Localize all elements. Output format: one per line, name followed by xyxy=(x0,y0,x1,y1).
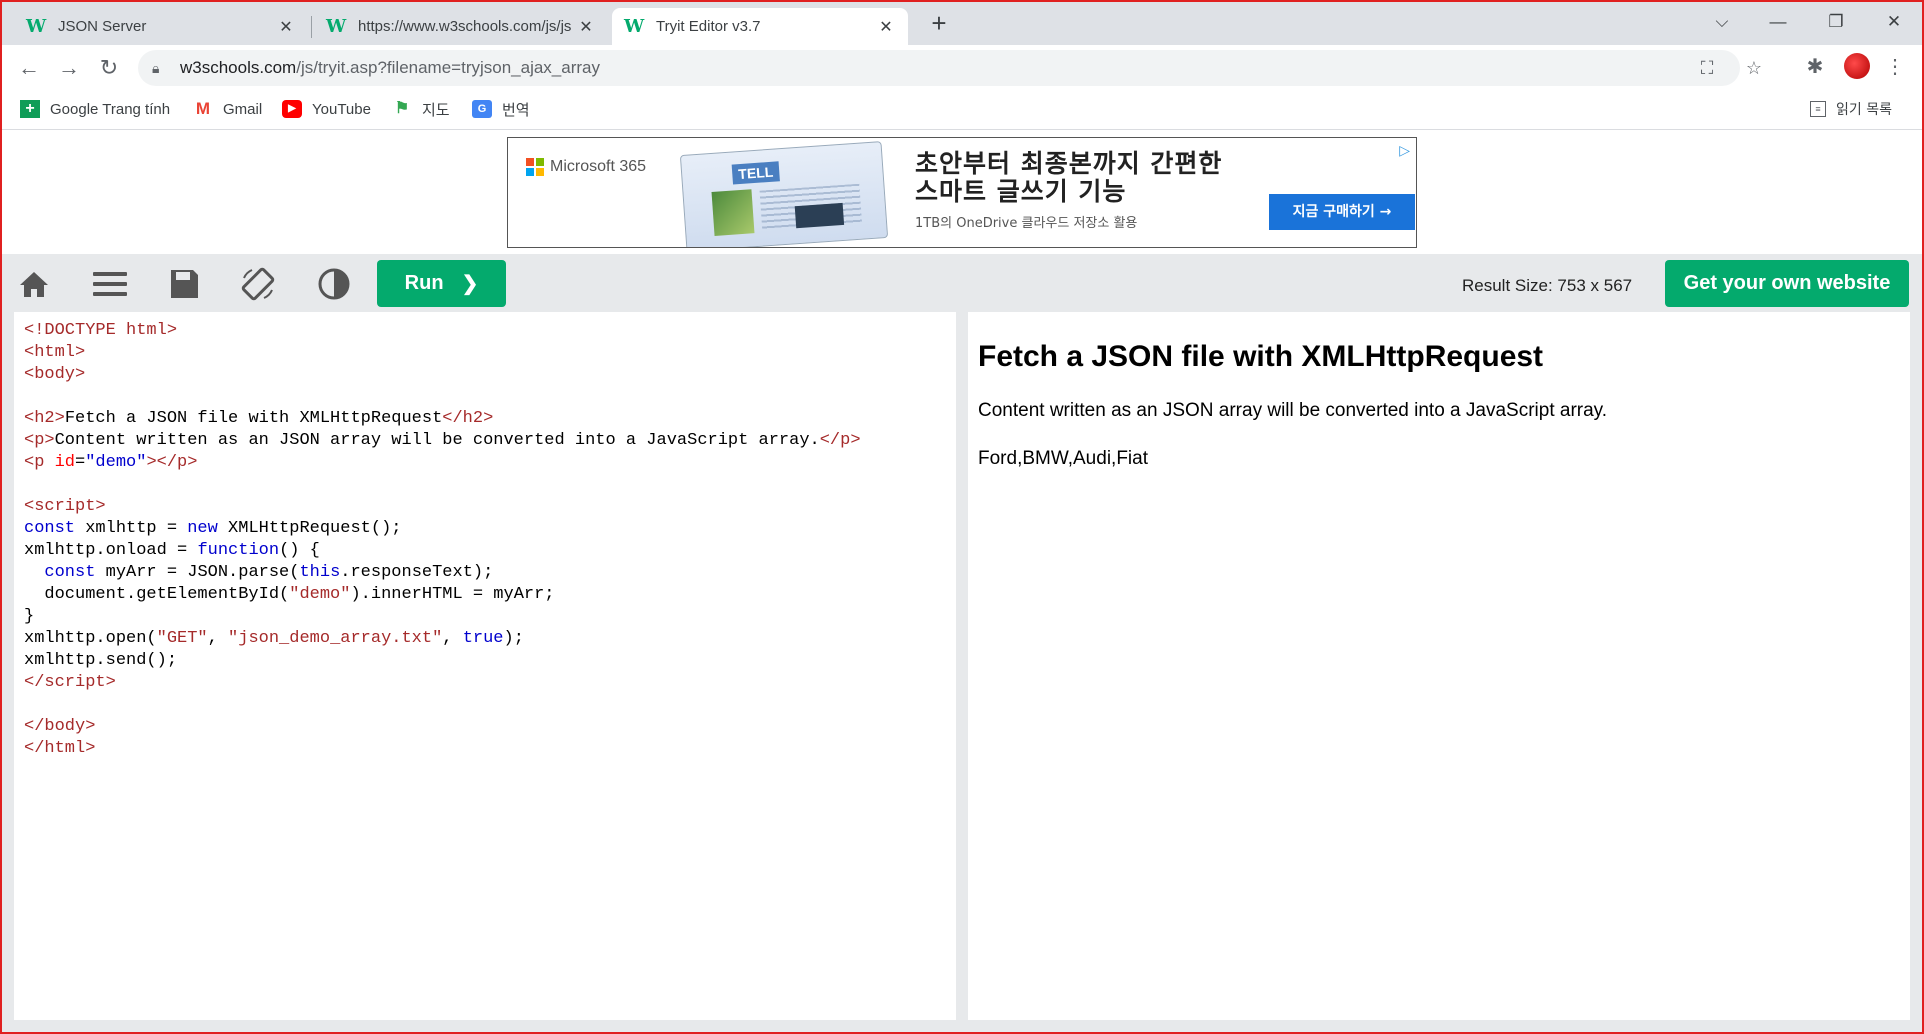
new-tab-button[interactable]: + xyxy=(922,6,956,40)
ad-brand: Microsoft 365 xyxy=(550,158,647,175)
w3schools-favicon-icon: W xyxy=(624,16,645,37)
tab-json-server[interactable]: W JSON Server ✕ xyxy=(14,8,308,45)
tab-separator xyxy=(311,16,312,38)
bookmark-star-icon[interactable]: ☆ xyxy=(1739,50,1769,86)
rotate-orientation-icon[interactable] xyxy=(240,266,276,302)
url-text[interactable]: w3schools.com/js/tryit.asp?filename=tryj… xyxy=(180,58,600,78)
sheets-icon: + xyxy=(20,100,40,118)
back-arrow-icon[interactable]: ← xyxy=(14,53,44,83)
translate-page-icon-overlay xyxy=(1694,50,1724,86)
tab-tryit-editor[interactable]: W Tryit Editor v3.7 ✕ xyxy=(612,8,908,45)
ad-doc-photo xyxy=(711,189,755,236)
bookmark-label: YouTube xyxy=(312,100,371,118)
ad-headline-line-2: 스마트 글쓰기 기능 xyxy=(915,177,1127,206)
bookmarks-bar: + Google Trang tính M Gmail ▶ YouTube ⚑ … xyxy=(0,90,1924,130)
ad-doc-label: TELL xyxy=(731,161,780,185)
get-your-own-website-button[interactable]: Get your own website xyxy=(1665,260,1909,307)
theme-contrast-icon[interactable] xyxy=(316,266,352,302)
close-tab-icon[interactable]: ✕ xyxy=(276,17,296,37)
lock-icon[interactable]: 🔒︎ xyxy=(152,60,166,77)
bookmark-gmail[interactable]: M Gmail xyxy=(193,96,262,122)
url-host: w3schools.com xyxy=(180,58,297,77)
code-editor[interactable]: <!DOCTYPE html> <html> <body> <h2>Fetch … xyxy=(14,312,956,1020)
microsoft-logo-icon xyxy=(526,158,544,176)
w3schools-favicon-icon: W xyxy=(26,16,47,37)
home-icon[interactable] xyxy=(16,266,52,302)
menu-icon[interactable] xyxy=(91,266,127,302)
ad-choices-icon[interactable]: ▷ xyxy=(1399,142,1410,159)
profile-avatar[interactable] xyxy=(1844,53,1870,79)
bookmark-label: Google Trang tính xyxy=(50,100,171,118)
url-path: /js/tryit.asp?filename=tryjson_ajax_arra… xyxy=(296,58,600,77)
reading-list-icon: ≡ xyxy=(1810,101,1826,117)
translate-icon: G xyxy=(472,100,492,118)
chevron-right-icon: ❯ xyxy=(461,273,479,295)
ad-subline: 1TB의 OneDrive 클라우드 저장소 활용 xyxy=(915,216,1138,231)
bookmark-translate[interactable]: G 번역 xyxy=(472,96,530,122)
youtube-icon: ▶ xyxy=(282,100,302,118)
extensions-puzzle-icon[interactable]: ✱ xyxy=(1800,52,1830,82)
tab-title: JSON Server xyxy=(58,18,147,35)
reload-icon[interactable]: ↻ xyxy=(94,53,124,83)
bookmark-maps[interactable]: ⚑ 지도 xyxy=(392,96,450,122)
microsoft-365-logo: Microsoft 365 xyxy=(526,158,646,176)
save-icon[interactable] xyxy=(166,266,202,302)
forward-arrow-icon[interactable]: → xyxy=(54,53,84,83)
tab-strip: W JSON Server ✕ W https://www.w3schools.… xyxy=(0,0,1924,45)
tab-search-chevron-icon[interactable]: ⌵ xyxy=(1702,4,1742,40)
reading-list-label: 읽기 목록 xyxy=(1836,102,1892,118)
reading-list[interactable]: ≡ 읽기 목록 xyxy=(1810,96,1892,122)
result-size-label: Result Size: 753 x 567 xyxy=(1462,276,1633,295)
run-button-label: Run xyxy=(404,272,444,294)
w3schools-favicon-icon: W xyxy=(326,16,347,37)
bookmark-label: Gmail xyxy=(223,100,263,118)
ad-headline: 초안부터 최종본까지 간편한 스마트 글쓰기 기능 xyxy=(915,150,1222,206)
minimize-button[interactable]: — xyxy=(1758,4,1798,40)
browser-toolbar: ← → ↻ 🔒︎ w3schools.com/js/tryit.asp?file… xyxy=(0,45,1924,90)
ad-cta-button[interactable]: 지금 구매하기 → xyxy=(1269,194,1415,230)
tab-w3schools-js[interactable]: W https://www.w3schools.com/js/js ✕ xyxy=(314,8,608,45)
result-heading: Fetch a JSON file with XMLHttpRequest xyxy=(978,340,1544,373)
gmail-icon: M xyxy=(195,99,211,118)
menu-kebab-icon[interactable]: ⋮ xyxy=(1880,52,1910,82)
ad-area: Microsoft 365 TELL 초안부터 최종본까지 간편한 스마트 글쓰… xyxy=(0,130,1924,254)
maps-icon: ⚑ xyxy=(394,100,410,117)
result-demo-output: Ford,BMW,Audi,Fiat xyxy=(978,448,1148,469)
code-text[interactable]: <!DOCTYPE html> <html> <body> <h2>Fetch … xyxy=(24,320,946,760)
tab-title: Tryit Editor v3.7 xyxy=(656,18,761,35)
bookmark-youtube[interactable]: ▶ YouTube xyxy=(282,96,371,122)
close-tab-icon[interactable]: ✕ xyxy=(876,17,896,37)
result-paragraph: Content written as an JSON array will be… xyxy=(978,400,1608,421)
tab-title: https://www.w3schools.com/js/js xyxy=(358,18,572,35)
ad-doc-graphic xyxy=(794,202,845,229)
result-frame[interactable]: Fetch a JSON file with XMLHttpRequest Co… xyxy=(968,312,1910,1020)
bookmark-label: 지도 xyxy=(422,100,450,119)
run-button[interactable]: Run ❯ xyxy=(377,260,506,307)
tryit-toolbar: Run ❯ Result Size: 753 x 567 Get your ow… xyxy=(0,254,1924,312)
close-window-button[interactable]: ✕ xyxy=(1874,4,1914,40)
close-tab-icon[interactable]: ✕ xyxy=(576,17,596,37)
bookmark-label: 번역 xyxy=(502,100,530,119)
ad-document-image: TELL xyxy=(679,141,889,247)
ad-banner[interactable]: Microsoft 365 TELL 초안부터 최종본까지 간편한 스마트 글쓰… xyxy=(507,137,1417,248)
bookmark-google-sheets[interactable]: + Google Trang tính xyxy=(20,96,170,122)
restore-button[interactable]: ❐ xyxy=(1816,4,1856,40)
ad-headline-line-1: 초안부터 최종본까지 간편한 xyxy=(915,149,1223,178)
address-bar[interactable]: 🔒︎ w3schools.com/js/tryit.asp?filename=t… xyxy=(138,50,1762,86)
